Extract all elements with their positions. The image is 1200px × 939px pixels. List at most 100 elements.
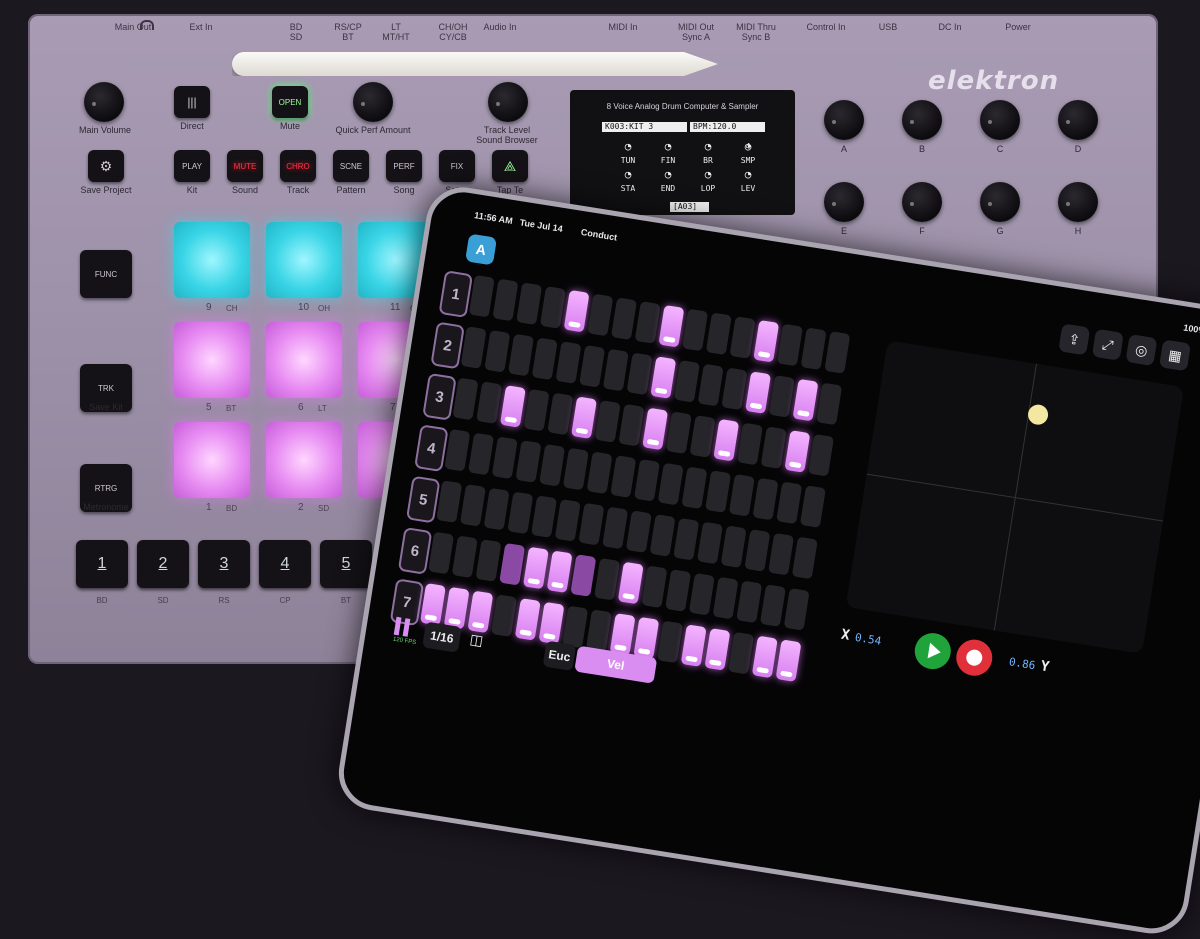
expand-icon[interactable]: ⤢: [1091, 328, 1124, 361]
step-cell[interactable]: [713, 418, 740, 462]
step-cell[interactable]: [586, 451, 613, 495]
mode-button[interactable]: PERF: [386, 150, 422, 182]
step-cell[interactable]: [650, 356, 677, 399]
step-cell[interactable]: [562, 605, 589, 649]
data-knob[interactable]: [1058, 100, 1098, 140]
drum-pad[interactable]: [266, 222, 342, 298]
step-cell[interactable]: [736, 422, 763, 466]
step-cell[interactable]: [808, 433, 835, 477]
step-cell[interactable]: [751, 635, 778, 679]
trig-key[interactable]: 2: [137, 540, 189, 588]
step-cell[interactable]: [547, 392, 574, 436]
step-cell[interactable]: [499, 542, 526, 586]
step-cell[interactable]: [633, 458, 660, 502]
data-knob[interactable]: [824, 100, 864, 140]
step-cell[interactable]: [522, 546, 549, 590]
step-cell[interactable]: [539, 286, 566, 329]
step-cell[interactable]: [658, 304, 685, 348]
step-cell[interactable]: [649, 514, 676, 557]
split-toggle-icon[interactable]: ◫: [469, 631, 485, 650]
step-cell[interactable]: [459, 484, 486, 527]
step-cell[interactable]: [609, 613, 636, 656]
step-cell[interactable]: [680, 624, 707, 667]
step-cell[interactable]: [610, 455, 637, 498]
step-cell[interactable]: [816, 382, 843, 426]
step-cell[interactable]: [799, 485, 826, 528]
step-cell[interactable]: [775, 639, 802, 682]
step-cell[interactable]: [705, 470, 732, 513]
step-cell[interactable]: [585, 609, 612, 652]
step-cell[interactable]: [578, 502, 605, 546]
step-cell[interactable]: [579, 345, 606, 388]
step-cell[interactable]: [618, 403, 645, 447]
data-knob[interactable]: [980, 182, 1020, 222]
drum-pad[interactable]: [266, 422, 342, 498]
record-button[interactable]: [953, 637, 995, 679]
step-cell[interactable]: [531, 495, 558, 538]
step-cell[interactable]: [634, 301, 661, 344]
step-cell[interactable]: [555, 341, 582, 384]
track-row-button[interactable]: 6: [397, 526, 433, 575]
main-volume-knob[interactable]: [84, 82, 124, 122]
step-cell[interactable]: [587, 293, 614, 337]
step-cell[interactable]: [451, 535, 478, 579]
step-cell[interactable]: [546, 550, 573, 594]
button-mute[interactable]: OPEN: [272, 86, 308, 118]
step-cell[interactable]: [538, 601, 565, 645]
step-cell[interactable]: [673, 360, 700, 403]
aperture-icon[interactable]: ◎: [1125, 334, 1158, 367]
step-cell[interactable]: [484, 329, 511, 373]
step-cell[interactable]: [610, 297, 637, 341]
step-cell[interactable]: [792, 378, 819, 422]
track-row-button[interactable]: 5: [405, 475, 441, 524]
trig-key[interactable]: 5: [320, 540, 372, 588]
toolbar-button[interactable]: Euc: [542, 640, 577, 671]
step-cell[interactable]: [562, 447, 589, 491]
step-cell[interactable]: [602, 348, 629, 392]
mode-button[interactable]: ⟁: [492, 150, 528, 182]
step-cell[interactable]: [570, 396, 598, 439]
step-cell[interactable]: [783, 587, 810, 631]
trig-key[interactable]: 1: [76, 540, 128, 588]
track-row-button[interactable]: 2: [430, 321, 465, 370]
step-cell[interactable]: [728, 474, 755, 517]
step-cell[interactable]: [673, 517, 700, 561]
step-cell[interactable]: [665, 411, 692, 455]
step-cell[interactable]: [696, 521, 723, 565]
toolbar-button[interactable]: 1/16: [422, 621, 462, 653]
step-cell[interactable]: [736, 580, 763, 624]
step-cell[interactable]: [642, 407, 669, 451]
step-cell[interactable]: [539, 443, 566, 487]
step-cell[interactable]: [467, 590, 494, 634]
mode-button[interactable]: ⚙: [88, 150, 124, 182]
pattern-button[interactable]: A: [465, 233, 498, 266]
step-cell[interactable]: [768, 375, 795, 418]
step-cell[interactable]: [729, 316, 756, 359]
step-cell[interactable]: [476, 381, 503, 424]
step-cell[interactable]: [514, 598, 541, 641]
trig-key[interactable]: 4: [259, 540, 311, 588]
step-cell[interactable]: [768, 532, 795, 576]
step-cell[interactable]: [720, 525, 747, 568]
step-cell[interactable]: [697, 363, 724, 407]
button-direct[interactable]: |||: [174, 86, 210, 118]
data-knob[interactable]: [902, 100, 942, 140]
data-knob[interactable]: [980, 100, 1020, 140]
step-cell[interactable]: [784, 430, 811, 473]
step-cell[interactable]: [475, 539, 502, 582]
drum-pad[interactable]: [174, 322, 250, 398]
track-row-button[interactable]: 3: [422, 372, 457, 421]
step-cell[interactable]: [776, 481, 803, 525]
step-cell[interactable]: [745, 371, 772, 414]
step-cell[interactable]: [753, 319, 780, 363]
step-cell[interactable]: [602, 506, 629, 550]
step-cell[interactable]: [744, 529, 771, 572]
step-cell[interactable]: [617, 561, 644, 605]
step-cell[interactable]: [824, 331, 851, 374]
mode-button[interactable]: FIX: [439, 150, 475, 182]
step-cell[interactable]: [752, 477, 779, 521]
step-cell[interactable]: [444, 428, 471, 472]
track-level-knob[interactable]: [488, 82, 528, 122]
step-cell[interactable]: [760, 426, 787, 470]
data-knob[interactable]: [824, 182, 864, 222]
